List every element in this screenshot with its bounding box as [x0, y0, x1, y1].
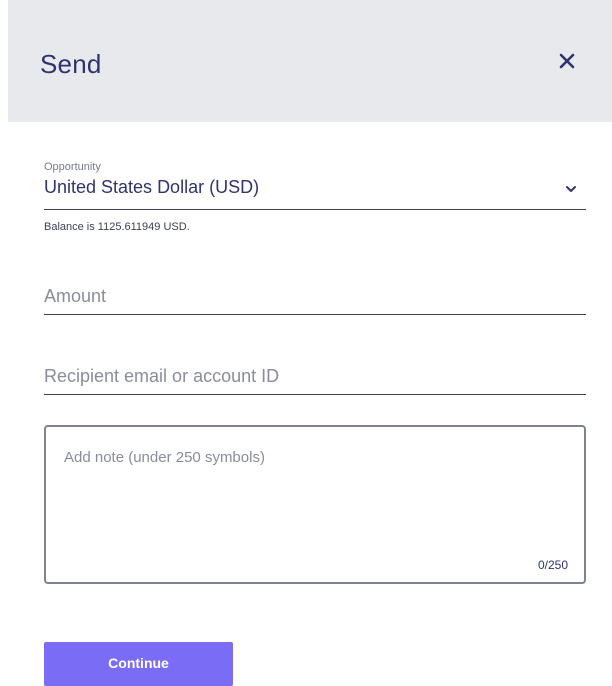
balance-text: Balance is 1125.611949 USD.	[44, 221, 190, 233]
amount-input[interactable]	[44, 281, 586, 311]
close-button[interactable]	[556, 50, 578, 72]
amount-underline	[44, 314, 586, 315]
opportunity-selected-value[interactable]: United States Dollar (USD)	[44, 177, 259, 198]
chevron-down-icon	[566, 186, 576, 192]
opportunity-underline	[44, 209, 586, 210]
continue-button[interactable]: Continue	[44, 642, 233, 686]
recipient-underline	[44, 394, 586, 395]
note-character-counter: 0/250	[537, 558, 568, 572]
close-icon	[559, 53, 575, 69]
dropdown-toggle[interactable]	[564, 182, 578, 196]
modal-header: Send	[8, 0, 612, 122]
recipient-input[interactable]	[44, 361, 586, 391]
opportunity-label: Opportunity	[44, 161, 101, 173]
modal-title: Send	[40, 49, 102, 79]
note-field[interactable]: 0/250	[44, 425, 586, 584]
note-textarea[interactable]	[64, 449, 564, 549]
